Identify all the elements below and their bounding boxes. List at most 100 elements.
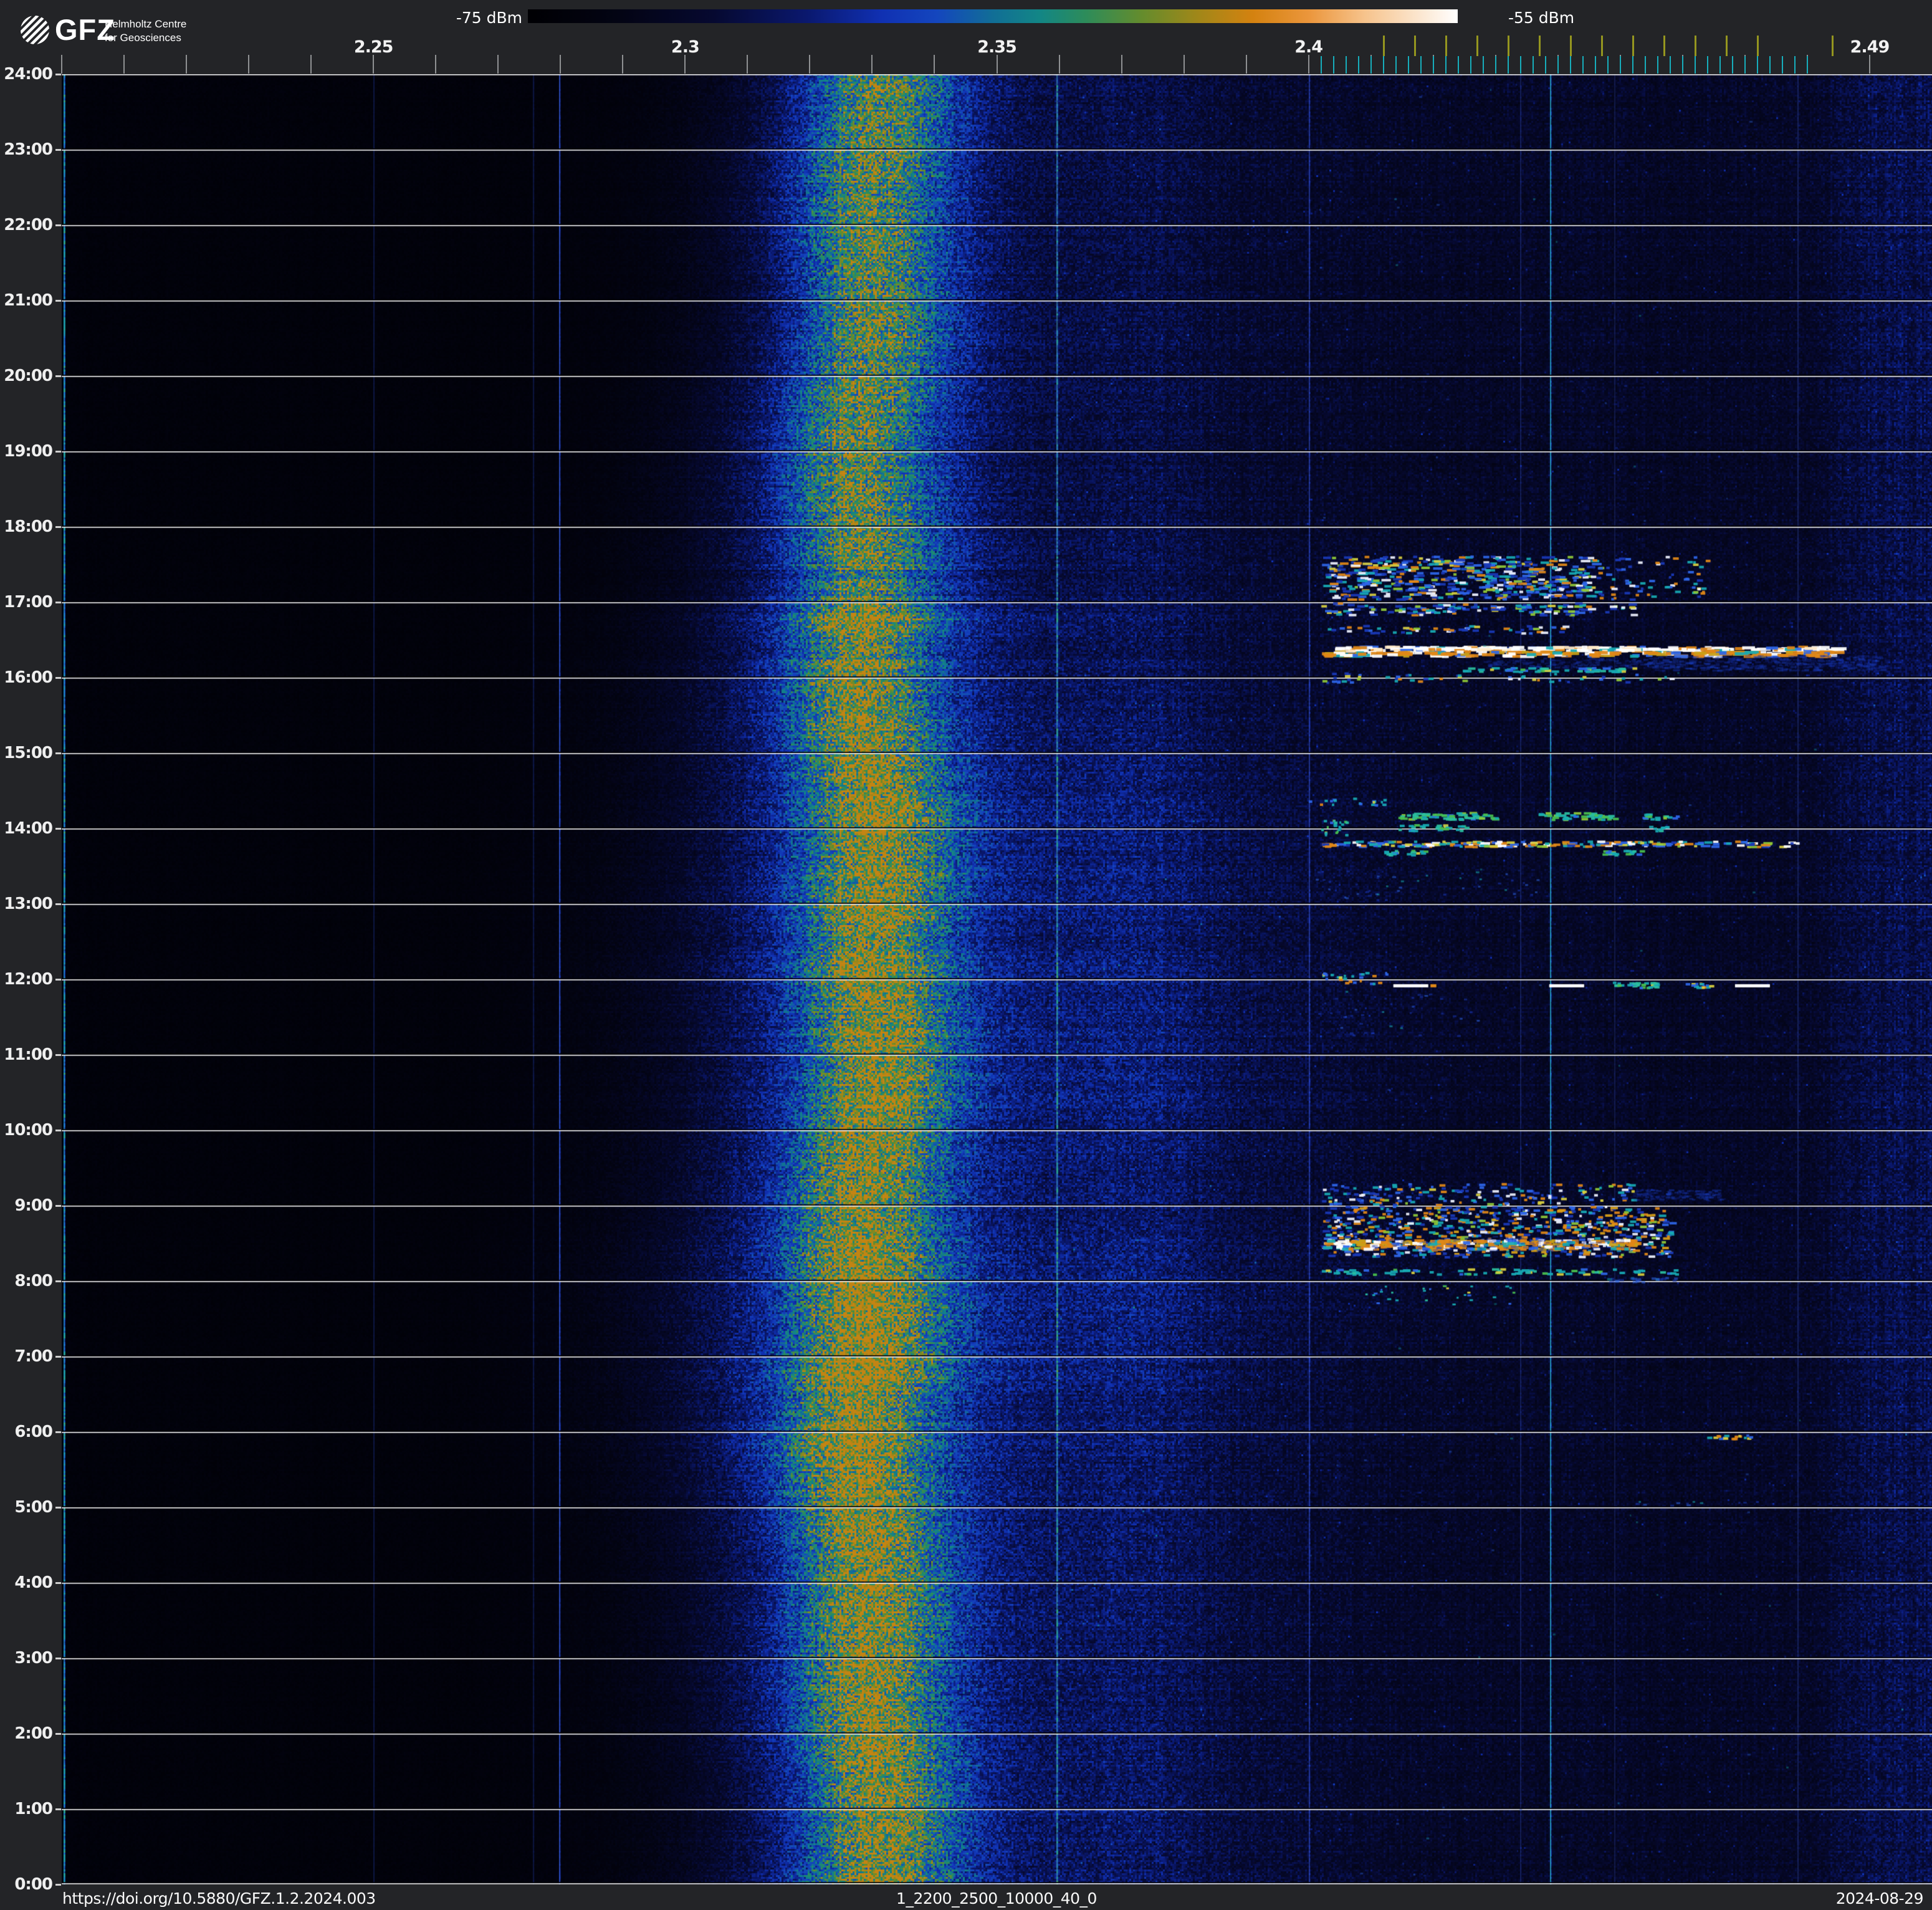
freq-minor-tick [373,55,375,74]
wifi-channel-tick [1725,36,1728,56]
freq-minor-tick [1058,55,1060,74]
bluetooth-channel-tick [1632,56,1633,74]
hour-label: 5:00 [14,1498,53,1517]
hour-label: 10:00 [4,1121,53,1140]
hour-tick [55,1130,61,1131]
bluetooth-channel-tick [1607,56,1609,74]
wifi-channel-tick [1413,36,1416,56]
bluetooth-channel-tick [1432,56,1434,74]
freq-minor-tick [61,55,62,74]
bluetooth-channel-tick [1370,56,1372,74]
bluetooth-channel-tick [1719,56,1721,74]
hour-tick [55,1054,61,1056]
bluetooth-channel-tick [1731,56,1733,74]
bluetooth-channel-tick [1532,56,1534,74]
bluetooth-channel-tick [1794,56,1796,74]
freq-minor-tick [622,55,624,74]
freq-axis-label: 2.4 [1294,37,1323,57]
bluetooth-channel-tick [1657,56,1658,74]
hour-label: 0:00 [14,1875,53,1894]
hour-tick [55,677,61,679]
hour-tick [55,1356,61,1358]
hour-tick [55,451,61,453]
hour-label: 2:00 [14,1724,53,1743]
freq-minor-tick [1868,55,1870,74]
freq-minor-tick [1121,55,1122,74]
bluetooth-channel-tick [1332,56,1334,74]
bluetooth-channel-tick [1781,56,1783,74]
hour-label: 15:00 [4,744,53,762]
bluetooth-channel-tick [1519,56,1521,74]
bluetooth-channel-tick [1420,56,1422,74]
hour-tick [55,602,61,603]
logo-subtitle-line1: Helmholtz Centre [105,18,186,30]
freq-minor-tick [310,55,312,74]
hour-tick [55,752,61,754]
freq-minor-tick [435,55,437,74]
gfz-logo: GFZ Helmholtz Centre for Geosciences [21,13,186,46]
freq-minor-tick [684,55,686,74]
hour-label: 17:00 [4,593,53,612]
bluetooth-channel-tick [1494,56,1496,74]
freq-axis-label: 2.3 [671,37,700,57]
hour-label: 21:00 [4,291,53,310]
hour-label: 13:00 [4,895,53,913]
hour-tick [55,1658,61,1659]
hour-label: 14:00 [4,819,53,838]
gfz-logo-mark [21,16,49,44]
bluetooth-channel-tick [1706,56,1708,74]
dataset-id: 1_2200_2500_10000_40_0 [896,1889,1097,1908]
doi-link[interactable]: https://doi.org/10.5880/GFZ.1.2.2024.003 [62,1889,376,1908]
bluetooth-channel-tick [1544,56,1546,74]
bluetooth-channel-tick [1756,56,1758,74]
bluetooth-channel-tick [1769,56,1771,74]
freq-axis-label: 2.35 [977,37,1017,57]
freq-axis-label: 2.25 [353,37,394,57]
bluetooth-channel-tick [1569,56,1571,74]
hour-label: 8:00 [14,1272,53,1290]
wifi-channel-tick [1538,36,1541,56]
bluetooth-channel-tick [1507,56,1509,74]
hour-label: 20:00 [4,367,53,385]
hour-tick [55,149,61,151]
freq-minor-tick [248,55,250,74]
freq-axis-label: 2.49 [1850,37,1890,57]
logo-subtitle-line2: for Geosciences [105,32,181,44]
date-label: 2024-08-29 [1835,1889,1924,1908]
hour-tick [55,300,61,302]
bluetooth-channel-tick [1619,56,1621,74]
bluetooth-channel-tick [1445,56,1447,74]
hour-label: 1:00 [14,1800,53,1818]
hour-tick [55,526,61,528]
hour-label: 24:00 [4,65,53,84]
hour-tick [55,375,61,377]
hour-tick [55,1884,61,1886]
hour-tick [55,1507,61,1509]
hour-tick [55,979,61,981]
bluetooth-channel-tick [1644,56,1646,74]
bluetooth-channel-tick [1594,56,1596,74]
spectrogram-app: GFZ Helmholtz Centre for Geosciences -75… [0,0,1932,1910]
freq-minor-tick [996,55,998,74]
freq-minor-tick [1308,55,1309,74]
freq-minor-tick [809,55,811,74]
spectrogram-canvas [62,74,1932,1884]
hour-tick [55,1205,61,1207]
wifi-channel-tick [1600,36,1603,56]
hour-label: 6:00 [14,1423,53,1441]
hour-label: 9:00 [14,1196,53,1215]
hour-label: 16:00 [4,668,53,687]
freq-minor-tick [934,55,935,74]
hour-tick [55,224,61,226]
wifi-channel-tick [1569,36,1572,56]
hour-label: 7:00 [14,1347,53,1366]
bluetooth-channel-tick [1694,56,1696,74]
freq-minor-tick [560,55,562,74]
hour-tick [55,1733,61,1735]
wifi-channel-tick [1663,36,1665,56]
hour-label: 19:00 [4,442,53,461]
bluetooth-channel-tick [1345,56,1347,74]
hour-label: 18:00 [4,517,53,536]
wifi-channel-tick [1831,36,1834,56]
bluetooth-channel-tick [1669,56,1671,74]
